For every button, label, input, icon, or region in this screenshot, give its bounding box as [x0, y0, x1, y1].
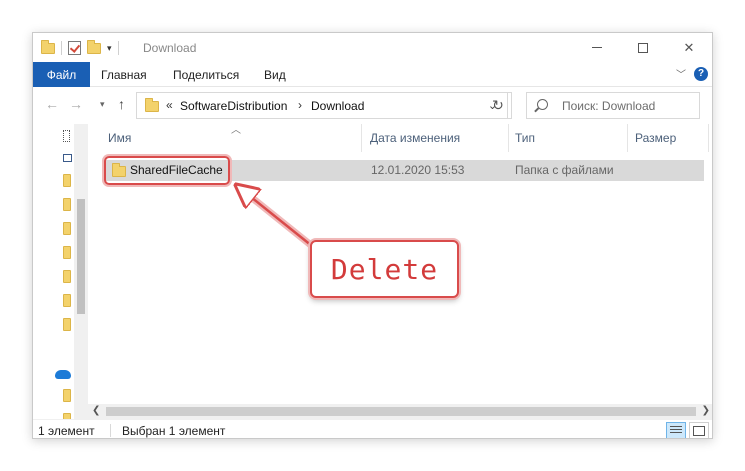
nav-scrollbar-thumb[interactable] — [77, 199, 85, 314]
callout-label: Delete — [330, 252, 439, 286]
maximize-icon — [638, 42, 648, 53]
highlight-box — [104, 156, 230, 185]
column-header-name[interactable]: Имя — [108, 124, 131, 152]
folder-icon[interactable] — [63, 294, 71, 307]
selection-count: Выбран 1 элемент — [122, 424, 226, 438]
title-bar: ▾ Download ✕ — [33, 33, 712, 62]
folder-icon[interactable] — [63, 389, 71, 402]
explorer-window: ▾ Download ✕ Файл Главная Поделиться Вид… — [32, 32, 713, 439]
recent-locations-icon[interactable]: ▾ — [100, 100, 105, 109]
folder-icon — [41, 39, 55, 54]
column-divider[interactable] — [508, 124, 509, 152]
address-bar[interactable]: « SoftwareDistribution › Download ⌄ — [136, 92, 508, 119]
tab-share[interactable]: Поделиться — [173, 68, 239, 82]
ribbon-right-controls: ﹀ ? — [676, 66, 708, 81]
quick-access-toolbar: ▾ — [41, 39, 119, 57]
file-date: 12.01.2020 15:53 — [371, 163, 465, 177]
folder-icon[interactable] — [63, 222, 71, 235]
refresh-button[interactable]: ↻ — [485, 92, 512, 119]
refresh-icon: ↻ — [492, 97, 504, 113]
ribbon: Файл Главная Поделиться Вид ﹀ ? — [33, 62, 712, 87]
this-pc-icon[interactable] — [63, 154, 72, 162]
customize-toolbar-icon[interactable]: ▾ — [107, 43, 112, 53]
tab-file[interactable]: Файл — [33, 62, 90, 87]
window-controls: ✕ — [574, 33, 712, 62]
minimize-icon — [592, 47, 602, 48]
search-placeholder: Поиск: Download — [562, 99, 656, 113]
details-view-icon — [670, 426, 682, 435]
scroll-right-icon[interactable]: ❯ — [702, 405, 710, 416]
folder-icon[interactable] — [63, 246, 71, 259]
folder-icon[interactable] — [63, 198, 71, 211]
help-icon[interactable]: ? — [694, 66, 708, 81]
scroll-left-icon[interactable]: ❮ — [92, 405, 100, 416]
up-arrow-icon[interactable]: ↑ — [118, 97, 125, 111]
tiles-view-button[interactable] — [689, 422, 709, 438]
properties-icon[interactable] — [68, 41, 81, 55]
expand-ribbon-icon[interactable]: ﹀ — [676, 66, 686, 81]
column-divider[interactable] — [708, 124, 709, 152]
close-button[interactable]: ✕ — [666, 33, 712, 62]
column-header-size[interactable]: Размер — [635, 124, 676, 152]
forward-arrow-icon[interactable]: → — [69, 97, 83, 111]
view-switcher — [666, 422, 709, 438]
close-icon: ✕ — [683, 39, 695, 55]
item-count: 1 элемент — [38, 424, 95, 438]
column-header-type[interactable]: Тип — [515, 124, 535, 152]
navigation-row: ← → ▾ ↑ « SoftwareDistribution › Downloa… — [33, 87, 712, 124]
column-header-date[interactable]: Дата изменения — [370, 124, 460, 152]
breadcrumb-softwaredistribution[interactable]: SoftwareDistribution — [180, 99, 287, 113]
horizontal-scrollbar-thumb[interactable] — [106, 407, 696, 416]
folder-icon[interactable] — [63, 174, 71, 187]
tab-home[interactable]: Главная — [101, 68, 147, 82]
nav-scrollbar[interactable] — [74, 124, 88, 419]
toolbar-separator — [61, 41, 62, 55]
folder-icon[interactable] — [63, 270, 71, 283]
search-input[interactable]: Поиск: Download — [526, 92, 700, 119]
status-bar: 1 элемент Выбран 1 элемент — [33, 419, 712, 438]
status-divider — [110, 424, 111, 437]
new-folder-icon[interactable] — [87, 39, 101, 54]
back-arrow-icon[interactable]: ← — [45, 97, 59, 111]
details-view-button[interactable] — [666, 422, 686, 438]
breadcrumb-separator-icon[interactable]: › — [298, 98, 302, 112]
folder-icon — [145, 98, 159, 112]
sort-ascending-icon: ︿ — [231, 125, 241, 136]
search-icon — [537, 99, 548, 110]
column-divider[interactable] — [361, 124, 362, 152]
horizontal-scrollbar[interactable]: ❮ ❯ — [88, 404, 712, 419]
quick-access-icon[interactable] — [63, 130, 70, 142]
toolbar-separator — [117, 41, 119, 55]
window-title: Download — [143, 41, 197, 55]
navigation-pane — [33, 124, 88, 426]
breadcrumb-download[interactable]: Download — [311, 99, 364, 113]
maximize-button[interactable] — [620, 33, 666, 62]
tiles-view-icon — [693, 425, 705, 436]
minimize-button[interactable] — [574, 33, 620, 62]
tab-view[interactable]: Вид — [264, 68, 286, 82]
overflow-chevron-icon[interactable]: « — [166, 98, 173, 112]
delete-callout: Delete — [310, 240, 459, 298]
column-divider[interactable] — [627, 124, 628, 152]
onedrive-icon[interactable] — [55, 370, 71, 379]
file-type: Папка с файлами — [515, 163, 614, 177]
folder-icon[interactable] — [63, 318, 71, 331]
